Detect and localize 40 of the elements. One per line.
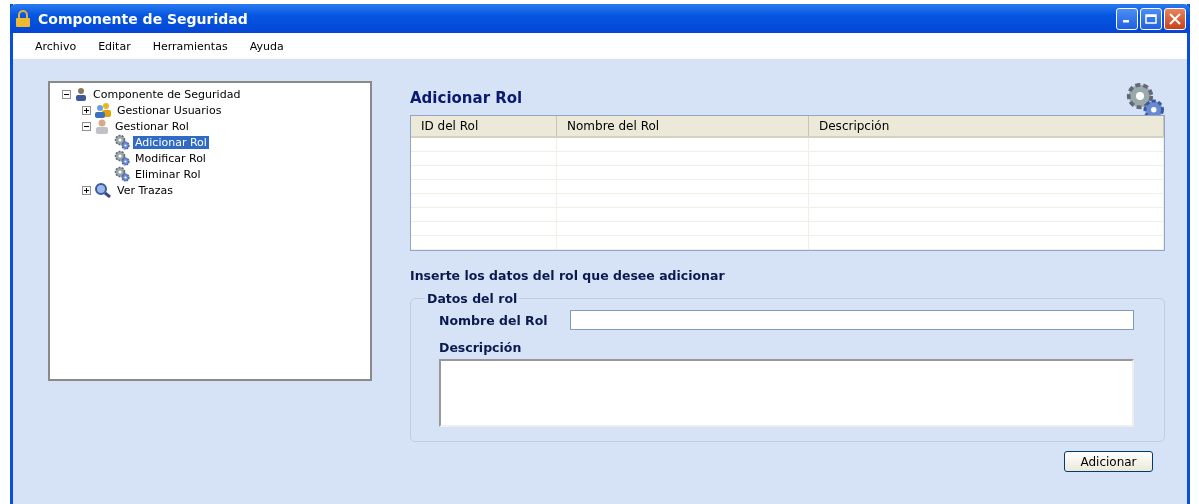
user-icon	[94, 118, 110, 134]
tree-item[interactable]: Gestionar Usuarios	[115, 103, 224, 117]
group-title: Datos del rol	[426, 291, 519, 306]
maximize-button[interactable]	[1140, 7, 1162, 30]
expand-icon[interactable]	[82, 185, 91, 195]
field-label: Descripción	[439, 340, 523, 355]
gears-icon	[114, 134, 130, 150]
column-header[interactable]: Descripción	[809, 116, 1164, 136]
tree-item[interactable]: Modificar Rol	[133, 151, 208, 165]
menu-item[interactable]: Editar	[98, 39, 131, 53]
user-icon	[74, 87, 88, 101]
field-label: Nombre del Rol	[439, 312, 548, 328]
tree-item[interactable]: Componente de Seguridad	[91, 87, 243, 101]
menu-item[interactable]: Archivo	[35, 39, 77, 53]
maximize-icon	[1145, 13, 1157, 24]
menu-item[interactable]: Herramientas	[152, 39, 228, 53]
close-button[interactable]	[1164, 7, 1186, 30]
tree-item[interactable]: Adicionar Rol	[133, 135, 209, 149]
tree-item[interactable]: Gestionar Rol	[113, 119, 191, 133]
tree-item[interactable]: Eliminar Rol	[133, 167, 203, 181]
users-icon	[94, 102, 112, 118]
menu-item[interactable]: Ayuda	[249, 39, 284, 53]
input-field[interactable]	[569, 310, 1134, 330]
collapse-icon[interactable]	[82, 121, 91, 131]
close-icon	[1169, 12, 1181, 25]
collapse-icon[interactable]	[62, 89, 71, 99]
minimize-button[interactable]	[1116, 7, 1138, 30]
gears-icon	[114, 150, 130, 166]
column-header[interactable]: ID del Rol	[411, 116, 557, 136]
instruction-text: Inserte los datos del rol que desee adicionar	[410, 268, 726, 283]
expand-icon[interactable]	[82, 105, 91, 115]
column-header[interactable]: Nombre del Rol	[557, 116, 809, 136]
gears-icon	[114, 166, 130, 182]
tree-item[interactable]: Ver Trazas	[115, 183, 176, 197]
window-title: Componente de Seguridad	[38, 10, 248, 27]
lock-icon	[14, 9, 32, 28]
magnifier-icon	[94, 182, 112, 198]
page-title: Adicionar Rol	[410, 89, 523, 107]
description-field[interactable]	[439, 359, 1134, 427]
add-button[interactable]: Adicionar	[1064, 451, 1153, 472]
